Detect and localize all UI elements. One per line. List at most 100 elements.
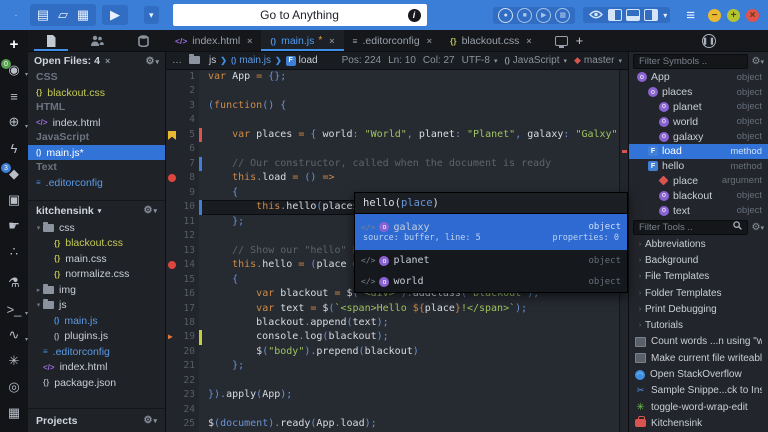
sphere-icon[interactable]: ◎ — [2, 375, 26, 399]
completion-galaxy[interactable]: </> o galaxy object source: buffer, line: 5 p… — [355, 214, 627, 250]
places-panel-tab[interactable] — [28, 30, 74, 51]
stop-icon[interactable]: ■ — [517, 7, 533, 23]
gutter-marker[interactable] — [166, 185, 179, 201]
editor[interactable]: … js ❯ () main.js ❯ F load Pos: 224 Ln: … — [166, 52, 628, 432]
gutter-marker[interactable] — [166, 287, 179, 302]
gutter-marker[interactable] — [166, 417, 179, 432]
tool-folder-Print Debugging[interactable]: › Print Debugging — [629, 301, 768, 317]
editor-line[interactable]: 23}).apply(App); — [166, 388, 619, 403]
status-language[interactable]: JavaScript — [513, 55, 560, 66]
tree-item-blackout.css[interactable]: {} blackout.css — [28, 236, 165, 252]
gutter-marker[interactable] — [166, 171, 179, 186]
editor-line[interactable]: 7 // Our constructor, called when the do… — [166, 156, 619, 172]
expand-icon[interactable]: ▾ — [34, 301, 43, 309]
symbol-galaxy[interactable]: o galaxy object — [629, 129, 768, 144]
go-to-anything-input[interactable]: Go to Anything i — [172, 4, 427, 26]
regex-icon[interactable]: ✳ — [2, 349, 26, 373]
gutter-marker[interactable] — [166, 359, 179, 374]
expand-icon[interactable]: ▾ — [34, 224, 43, 232]
tool-item[interactable]: ◠ Open StackOverflow — [629, 366, 768, 382]
open-file-item[interactable]: {} blackout.css — [28, 85, 165, 100]
gutter-marker[interactable] — [166, 127, 179, 143]
tool-folder-Abbreviations[interactable]: › Abbreviations — [629, 236, 768, 252]
gutter-marker[interactable] — [166, 113, 179, 128]
quick-actions-icon[interactable]: ϟ — [2, 136, 26, 160]
tool-folder-Tutorials[interactable]: › Tutorials — [629, 317, 768, 333]
project-header[interactable]: kitchensink ▾ ⚙▾ — [28, 200, 165, 220]
gutter-marker[interactable] — [166, 70, 179, 85]
symbol-load[interactable]: Fload method — [629, 143, 768, 159]
close-button[interactable]: × — [746, 8, 759, 22]
minimize-button[interactable]: − — [708, 8, 721, 22]
symbol-App[interactable]: o App object — [629, 70, 768, 85]
toggle-right-pane-button[interactable] — [644, 9, 659, 21]
status-encoding[interactable]: UTF-8 — [462, 55, 490, 66]
editor-line[interactable]: 6 — [166, 142, 619, 157]
record-icon[interactable]: ● — [498, 7, 514, 23]
close-icon[interactable]: × — [247, 36, 252, 46]
close-icon[interactable]: × — [329, 36, 334, 46]
gutter-marker[interactable] — [166, 142, 179, 157]
breadcrumb-symbol[interactable]: load — [299, 55, 318, 66]
open-folder-icon[interactable]: ▱ — [54, 5, 72, 25]
symbol-blackout[interactable]: o blackout object — [629, 188, 768, 203]
expand-icon[interactable]: › — [635, 306, 645, 313]
editor-line[interactable]: 21 }; — [166, 359, 619, 374]
flask-icon[interactable]: ⚗ — [2, 271, 26, 295]
tool-folder-Background[interactable]: › Background — [629, 252, 768, 268]
toolbar-caret-icon[interactable]: ▾ — [144, 6, 159, 24]
save-macro-icon[interactable]: ▦ — [555, 7, 571, 23]
run-button[interactable]: ▶ — [102, 5, 128, 25]
editor-line[interactable]: 22 — [166, 373, 619, 389]
tab-index.html[interactable]: </> index.html × — [166, 30, 261, 51]
gutter-marker[interactable]: ▶ — [166, 330, 179, 345]
open-file-item[interactable]: </> index.html — [28, 115, 165, 130]
status-branch[interactable]: master — [584, 55, 615, 66]
expand-icon[interactable]: › — [635, 241, 645, 248]
editor-line[interactable]: 8 this.load = () => — [166, 171, 619, 186]
editor-line[interactable]: 5 var places = { world: "World", planet:… — [166, 127, 619, 143]
share-icon[interactable]: ∴ — [2, 240, 26, 264]
gutter-marker[interactable] — [166, 373, 179, 389]
notifications-icon[interactable]: ◆ 3 — [1, 162, 26, 186]
open-files-gear-icon[interactable]: ⚙▾ — [146, 56, 159, 67]
gutter-marker[interactable] — [166, 402, 179, 418]
tree-item-main.js[interactable]: () main.js — [28, 313, 165, 329]
editor-line[interactable]: 3 (function() { — [166, 98, 619, 114]
menu-icon[interactable]: ≡ — [686, 7, 695, 24]
toggle-left-pane-button[interactable] — [608, 9, 623, 21]
maximize-button[interactable]: + — [727, 8, 740, 22]
tool-item[interactable]: ✂ Sample Snippe...ck to Insert — [629, 383, 768, 399]
gutter-marker[interactable] — [166, 98, 179, 114]
database-panel-tab[interactable] — [120, 30, 166, 51]
save-icon[interactable]: ▦ — [74, 5, 92, 25]
completion-planet[interactable]: </> o planet object — [355, 250, 627, 271]
tool-item[interactable]: Count words ...n using "wc" — [629, 334, 768, 350]
tool-folder-File Templates[interactable]: › File Templates — [629, 269, 768, 285]
projects-header[interactable]: Projects ⚙▾ — [28, 408, 165, 432]
open-files-icon[interactable]: ≡ — [2, 84, 26, 108]
editor-line[interactable]: 17 var text = $(`<span>Hello ${place}!</… — [166, 301, 619, 316]
editor-line[interactable]: 2 — [166, 84, 619, 99]
gutter-marker[interactable] — [166, 84, 179, 99]
tools-gear-icon[interactable]: ⚙▾ — [752, 222, 764, 233]
breadcrumb-overflow[interactable]: … — [172, 55, 182, 66]
panel-layout-icon[interactable]: ▣ — [2, 188, 26, 212]
toggle-bottom-pane-button[interactable] — [626, 9, 641, 21]
new-file-icon[interactable]: ▤ — [34, 5, 52, 25]
symbol-text[interactable]: o text object — [629, 203, 768, 218]
chart-icon[interactable]: ∿ ▾ — [2, 323, 28, 347]
new-tab-button[interactable]: + — [576, 33, 584, 48]
filter-tools-input[interactable]: Filter Tools .. — [633, 219, 748, 235]
eye-icon[interactable] — [589, 8, 604, 22]
projects-gear-icon[interactable]: ⚙▾ — [144, 415, 157, 426]
close-icon[interactable]: × — [427, 36, 432, 46]
open-file-item[interactable]: () main.js* — [28, 145, 165, 160]
open-file-item[interactable]: ≡ .editorconfig — [28, 175, 165, 190]
tool-folder-Folder Templates[interactable]: › Folder Templates — [629, 285, 768, 301]
gutter-marker[interactable] — [166, 344, 179, 360]
info-icon[interactable]: i — [407, 8, 421, 22]
tree-item-package.json[interactable]: {} package.json — [28, 375, 165, 391]
collaboration-panel-tab[interactable] — [74, 30, 120, 51]
tree-item-normalize.css[interactable]: {} normalize.css — [28, 267, 165, 283]
